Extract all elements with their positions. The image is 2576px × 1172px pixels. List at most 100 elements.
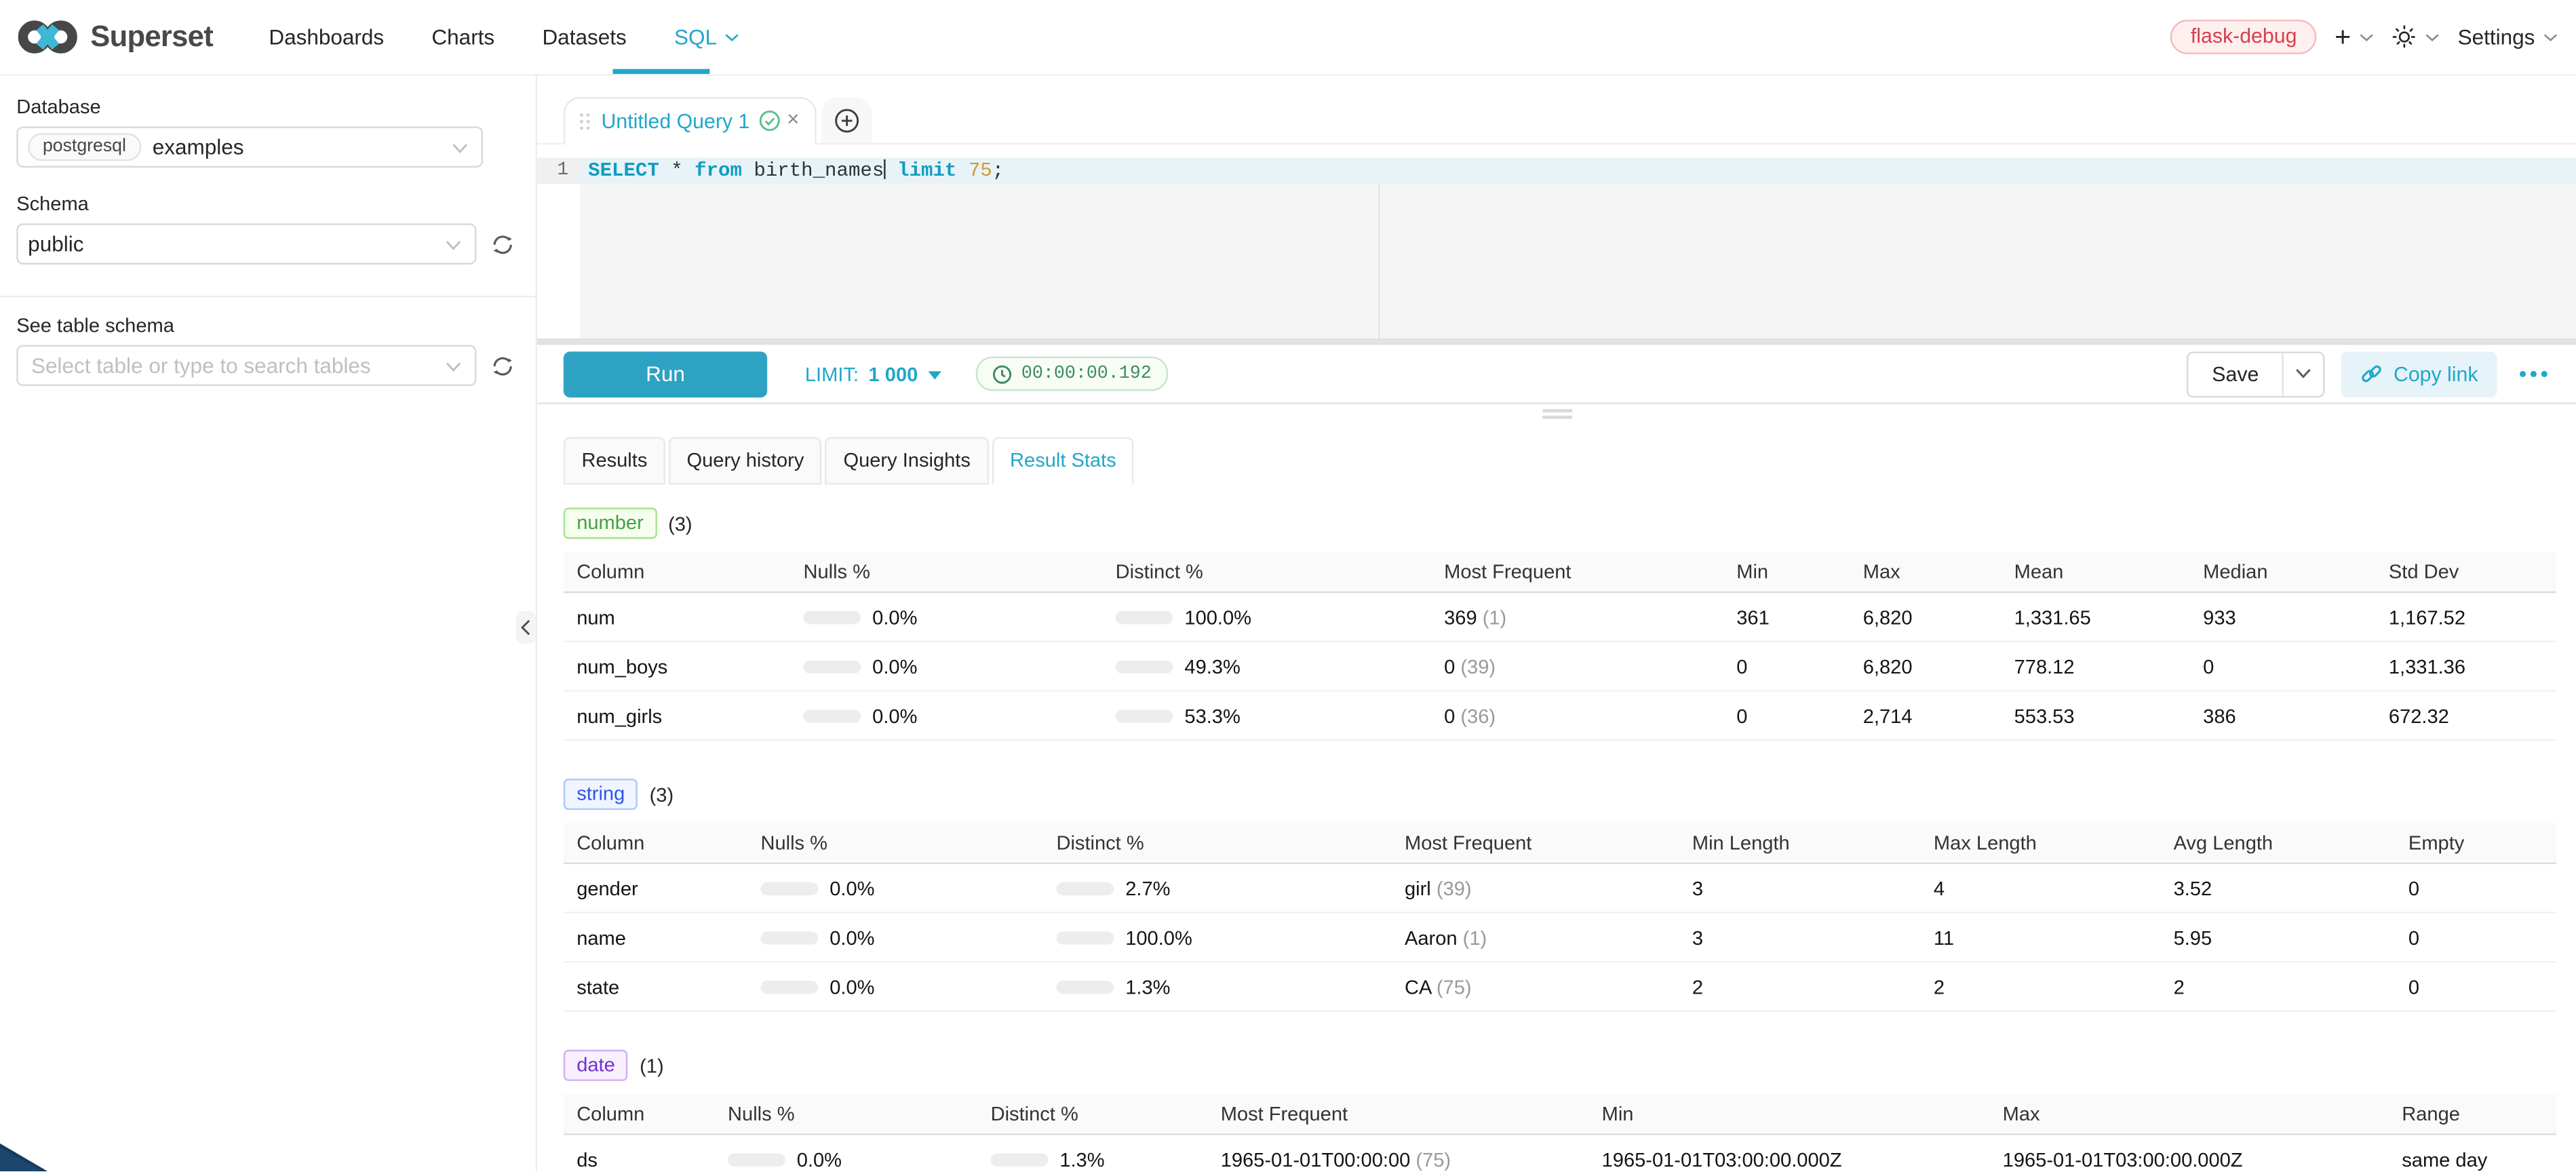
sql-code-editor[interactable]: 1 SELECT * from birth_names limit 75; [537,144,2576,338]
query-timer: 00:00:00.192 [975,357,1168,391]
percent-bar [803,660,861,673]
percent-label: 0.0% [872,655,917,678]
column-nulls: 0.0% [747,876,1043,899]
schema-value: public [28,232,83,256]
column-distinct: 1.3% [1043,975,1392,998]
results-tabbar: ResultsQuery historyQuery InsightsResult… [537,437,2576,484]
cell-most-frequent: 0 (36) [1431,704,1723,727]
print-margin-line [1378,184,1380,338]
query-tabbar: Untitled Query 1 ✕ [537,75,2576,144]
cell-value: 3 [1679,926,1920,949]
tab-query-insights[interactable]: Query Insights [825,437,989,484]
schema-select[interactable]: public [16,223,476,265]
theme-menu[interactable] [2392,24,2440,49]
nav-item-sql[interactable]: SQL [658,24,756,49]
stats-section-string: string(3)ColumnNulls %Distinct %Most Fre… [564,779,2556,1012]
nav-item-datasets[interactable]: Datasets [526,24,643,49]
most-frequent-value: Aaron [1405,926,1458,949]
superset-infinity-icon [18,18,77,56]
brand-name: Superset [90,20,213,54]
type-badge-row: date(1) [564,1050,2556,1081]
cell-value: 2 [1921,975,2161,998]
most-frequent-count: (36) [1455,704,1496,727]
database-select[interactable]: postgresql examples [16,127,483,168]
limit-label: LIMIT: [805,362,859,385]
settings-menu[interactable]: Settings [2458,24,2558,49]
copy-link-button[interactable]: Copy link [2341,351,2497,397]
refresh-tables-button[interactable] [491,354,514,377]
code-token: * [659,159,695,182]
type-badge-row: string(3) [564,779,2556,810]
nav-item-dashboards[interactable]: Dashboards [252,24,400,49]
tab-query-history[interactable]: Query history [669,437,822,484]
table-row: num_boys0.0%49.3%0 (39)06,820778.1201,33… [564,642,2556,692]
column-nulls: 0.0% [790,606,1102,629]
cell-value: 0 [2396,975,2556,998]
cell-value: 778.12 [2001,655,2190,678]
column-distinct: 100.0% [1043,926,1392,949]
stats-table-number: ColumnNulls %Distinct %Most FrequentMinM… [564,552,2556,741]
most-frequent-count: (75) [1410,1148,1451,1171]
chevron-down-icon [452,143,468,155]
stats-section-date: date(1)ColumnNulls %Distinct %Most Frequ… [564,1050,2556,1172]
limit-dropdown[interactable]: LIMIT: 1 000 [805,362,941,385]
copy-link-label: Copy link [2394,362,2478,385]
type-badge-date: date [564,1050,628,1081]
cell-most-frequent: girl (39) [1392,876,1679,899]
chevron-down-icon [445,362,461,373]
sql-code-line[interactable]: SELECT * from birth_names limit 75; [580,158,2576,184]
tab-results[interactable]: Results [564,437,665,484]
header-max-length: Max Length [1921,832,2161,855]
editor-background[interactable] [580,184,2576,338]
percent-label: 53.3% [1184,704,1240,727]
tab-result-stats[interactable]: Result Stats [992,437,1134,484]
percent-label: 1.3% [1125,975,1170,998]
header-range: Range [2389,1102,2556,1125]
new-item-menu[interactable]: + [2335,24,2374,50]
close-tab-icon[interactable]: ✕ [786,112,800,130]
query-tab[interactable]: Untitled Query 1 ✕ [564,97,817,144]
run-button[interactable]: Run [564,351,767,397]
navbar: Superset Dashboards Charts Datasets SQL fla… [0,0,2576,75]
code-token: from [695,159,742,182]
superset-logo[interactable]: Superset [18,18,213,56]
percent-bar [1056,882,1114,895]
table-select[interactable]: Select table or type to search tables [16,345,476,387]
code-token: birth_names [742,159,884,182]
new-query-tab-button[interactable] [821,97,872,143]
header-max: Max [1850,560,2001,583]
editor-toolbar: Run LIMIT: 1 000 00:00:00.192 Save [537,345,2576,404]
save-options-button[interactable] [2282,353,2323,395]
nav-item-label: Dashboards [269,24,384,49]
drag-handle-icon[interactable] [580,113,590,129]
header-min-length: Min Length [1679,832,1920,855]
chevron-down-icon [2359,32,2374,42]
caret-down-icon [928,370,941,378]
pane-resize-strip[interactable] [537,404,2576,424]
mouse-cursor [0,1144,50,1172]
column-distinct: 2.7% [1043,876,1392,899]
cell-column-name: name [564,926,747,949]
code-token [886,159,897,182]
sqllab-sidebar: Database postgresql examples Schema publ… [0,75,537,1172]
result-stats-panel: number(3)ColumnNulls %Distinct %Most Fre… [537,485,2576,1172]
drag-resize-handle-icon[interactable] [1542,406,1572,422]
header-column: Column [564,1102,715,1125]
most-frequent-value: 369 [1444,606,1477,629]
more-actions-button[interactable]: ••• [2514,362,2556,386]
collapse-sidebar-button[interactable] [516,611,536,644]
header-avg-length: Avg Length [2160,832,2395,855]
chevron-left-icon [521,619,531,636]
header-mean: Mean [2001,560,2190,583]
table-row: num0.0%100.0%369 (1)3616,8201,331.659331… [564,593,2556,642]
cell-value: 6,820 [1850,655,2001,678]
cell-value: 11 [1921,926,2161,949]
refresh-schemas-button[interactable] [491,233,514,256]
code-token [956,159,968,182]
header-empty: Empty [2396,832,2556,855]
nav-item-charts[interactable]: Charts [415,24,511,49]
header-min: Min [1723,560,1850,583]
header-distinct-: Distinct % [1102,560,1430,583]
environment-badge: flask-debug [2171,20,2317,54]
save-button[interactable]: Save [2189,353,2282,395]
